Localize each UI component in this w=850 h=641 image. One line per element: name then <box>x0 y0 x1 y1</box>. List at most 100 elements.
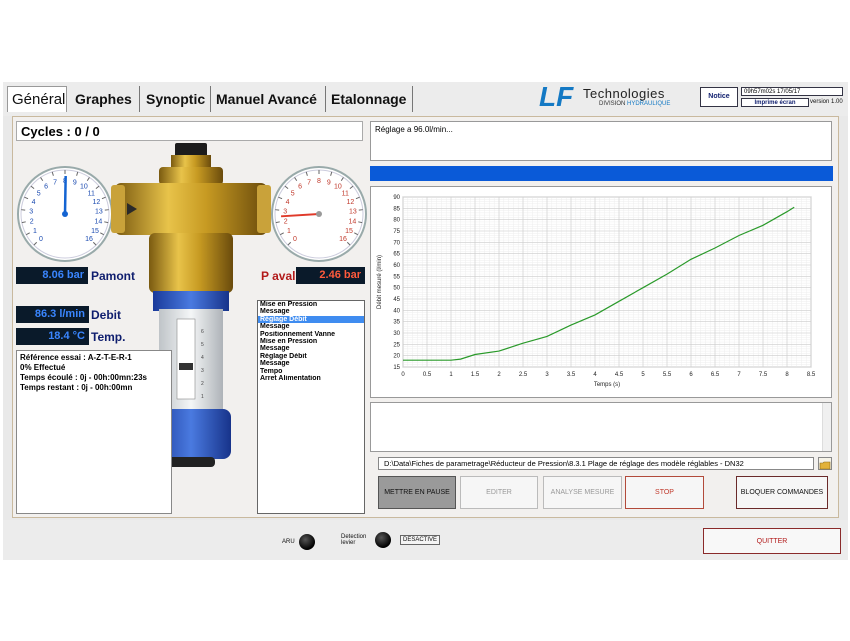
x-tick-label: 3.5 <box>567 372 576 378</box>
desactive-button[interactable]: DESACTIVE <box>400 535 441 545</box>
gauge-tick-label: 9 <box>73 179 77 186</box>
y-tick-label: 90 <box>393 195 400 201</box>
block-commands-button[interactable]: BLOQUER COMMANDES <box>736 476 828 509</box>
svg-text:3: 3 <box>201 368 204 374</box>
log-scrollbar[interactable] <box>822 403 831 451</box>
gauge-tick-label: 0 <box>39 236 43 243</box>
list-item[interactable]: Réglage Débit <box>258 353 364 360</box>
y-tick-label: 70 <box>393 240 400 246</box>
x-tick-label: 7 <box>737 372 741 378</box>
list-item[interactable]: Message <box>258 345 364 352</box>
paval-label: P aval <box>261 269 296 283</box>
y-axis-label: Débit mesuré (l/min) <box>377 255 383 309</box>
y-tick-label: 45 <box>393 297 400 303</box>
svg-text:5: 5 <box>201 342 204 348</box>
detection-indicator <box>375 532 391 548</box>
list-item[interactable]: Arret Alimentation <box>258 375 364 382</box>
edit-button[interactable]: EDITER <box>460 476 538 509</box>
y-tick-label: 20 <box>393 354 400 360</box>
tab-graphes[interactable]: Graphes <box>71 86 140 112</box>
list-item[interactable]: Message <box>258 308 364 315</box>
logo-technologies: Technologies <box>583 86 665 101</box>
gauge-tick-label: 3 <box>283 209 287 216</box>
y-tick-label: 55 <box>393 274 400 280</box>
pamont-label: Pamont <box>91 269 136 283</box>
x-tick-label: 0 <box>401 372 405 378</box>
y-tick-label: 65 <box>393 252 400 258</box>
cycles-counter: Cycles : 0 / 0 <box>16 121 363 141</box>
tab-etalonnage[interactable]: Etalonnage <box>327 86 413 112</box>
elapsed-time: Temps écoulé : 0j - 00h:00mn:23s <box>20 373 148 382</box>
y-tick-label: 40 <box>393 308 400 314</box>
sequence-step-list[interactable]: Mise en Pression Message Réglage Débit M… <box>257 300 365 514</box>
temp-value: 18.4 °C <box>16 328 89 345</box>
list-item[interactable]: Positionnement Vanne <box>258 331 364 338</box>
tab-general[interactable]: Général <box>7 86 67 112</box>
folder-icon[interactable] <box>818 457 832 470</box>
pamont-value: 8.06 bar <box>16 267 88 284</box>
plot-area <box>402 196 812 368</box>
debit-label: Debit <box>91 308 121 322</box>
log-textarea[interactable] <box>370 402 832 452</box>
gauge-tick-label: 11 <box>342 190 349 197</box>
gauge-tick-label: 7 <box>53 179 57 186</box>
x-tick-label: 3 <box>545 372 549 378</box>
status-message-box: Réglage a 96.0l/min... <box>370 121 832 161</box>
debit-value: 86.3 l/min <box>16 306 89 323</box>
parameter-file-path[interactable]: D:\Data\Fiches de parametrage\Réducteur … <box>378 457 814 470</box>
test-progress: 0% Effectué <box>20 363 66 372</box>
logo-division: DIVISION HYDRAULIQUE <box>599 101 671 107</box>
x-tick-label: 1 <box>449 372 453 378</box>
gauge-tick-label: 4 <box>286 199 290 206</box>
x-tick-label: 4.5 <box>615 372 624 378</box>
x-tick-label: 6.5 <box>711 372 720 378</box>
gauge-tick-label: 13 <box>349 209 357 216</box>
notice-button[interactable]: Notice <box>700 87 738 107</box>
print-screen-button[interactable]: Imprime écran <box>741 98 809 107</box>
x-tick-label: 0.5 <box>423 372 432 378</box>
x-tick-label: 5.5 <box>663 372 672 378</box>
datetime-display: 09h57m02s 17/05/17 <box>741 87 843 96</box>
logo-lf: LF <box>539 81 574 112</box>
y-tick-label: 15 <box>393 365 400 371</box>
analyse-button[interactable]: ANALYSE MESURE <box>543 476 622 509</box>
gauge-tick-label: 5 <box>37 190 41 197</box>
gauge-tick-label: 1 <box>287 228 291 235</box>
x-tick-label: 6 <box>689 372 693 378</box>
gauge-tick-label: 6 <box>44 184 48 191</box>
quit-button[interactable]: QUITTER <box>703 528 841 554</box>
list-item[interactable]: Mise en Pression <box>258 338 364 345</box>
gauge-tick-label: 15 <box>91 228 99 235</box>
gauge-tick-label: 12 <box>347 199 355 206</box>
stop-button[interactable]: STOP <box>625 476 704 509</box>
list-item[interactable]: Message <box>258 360 364 367</box>
pamont-gauge: 012345678910111213141516 <box>17 166 113 262</box>
flow-chart-svg: 0 0.5 1 1.5 2 2.5 3 3.5 4 4.5 5 5.5 6 6.5 7 7.5 8 8.5 15 20… <box>377 195 816 388</box>
y-tick-label: 80 <box>393 218 400 224</box>
list-item-selected[interactable]: Réglage Débit <box>258 315 364 324</box>
tab-synoptic[interactable]: Synoptic <box>142 86 211 112</box>
x-tick-label: 2 <box>497 372 501 378</box>
gauge-tick-label: 2 <box>284 219 288 226</box>
gauge-tick-label: 13 <box>95 209 103 216</box>
gauge-tick-label: 6 <box>298 184 302 191</box>
y-tick-label: 30 <box>393 331 400 337</box>
svg-text:6: 6 <box>201 329 204 335</box>
gauge-tick-label: 2 <box>30 219 34 226</box>
pause-button[interactable]: METTRE EN PAUSE <box>378 476 456 509</box>
tab-manuel-avance[interactable]: Manuel Avancé <box>212 86 326 112</box>
gauge-tick-label: 15 <box>345 228 353 235</box>
test-info-panel: Référence essai : A-Z-T-E-R-1 0% Effectu… <box>16 350 172 514</box>
list-item[interactable]: Mise en Pression <box>258 301 364 308</box>
list-item[interactable]: Message <box>258 323 364 330</box>
progress-bar <box>370 166 833 181</box>
x-axis-label: Temps (s) <box>594 382 620 388</box>
x-tick-label: 7.5 <box>759 372 768 378</box>
gauge-tick-label: 14 <box>94 219 102 226</box>
y-tick-label: 35 <box>393 320 400 326</box>
detection-label: Detection levier <box>341 534 367 546</box>
list-item[interactable]: Tempo <box>258 368 364 375</box>
temp-label: Temp. <box>91 330 126 344</box>
version-label: version 1.00 <box>810 99 843 105</box>
flow-chart: 0 0.5 1 1.5 2 2.5 3 3.5 4 4.5 5 5.5 6 6.5 7 7.5 8 8.5 15 20… <box>370 186 832 398</box>
